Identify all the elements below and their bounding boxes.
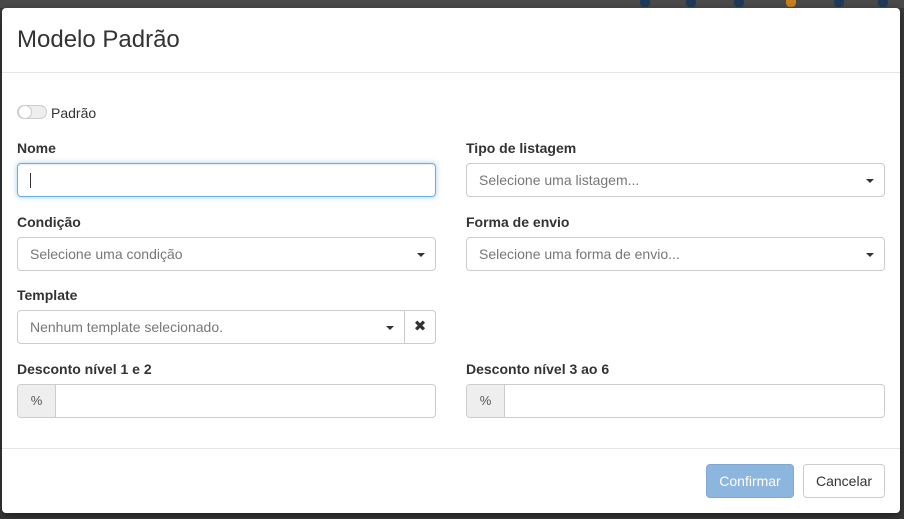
condicao-label: Condição	[17, 214, 81, 230]
chevron-down-icon	[386, 326, 394, 330]
text-cursor	[30, 173, 31, 188]
default-toggle[interactable]	[17, 105, 47, 119]
desconto-3-6-input[interactable]	[505, 385, 884, 417]
desconto-3-6-label: Desconto nível 3 ao 6	[466, 361, 610, 377]
backdrop-icon	[734, 0, 744, 7]
percent-addon: %	[18, 385, 56, 417]
desconto-3-6-group: %	[466, 384, 885, 418]
page-backdrop	[0, 0, 904, 8]
backdrop-icon	[834, 0, 844, 7]
percent-addon: %	[467, 385, 505, 417]
condicao-placeholder: Selecione uma condição	[30, 246, 183, 262]
tipo-listagem-label: Tipo de listagem	[466, 140, 577, 156]
backdrop-icon	[640, 0, 650, 7]
confirm-button[interactable]: Confirmar	[706, 464, 794, 498]
close-icon: ✖	[413, 318, 427, 335]
modal-footer: Confirmar Cancelar	[2, 448, 900, 513]
tipo-listagem-placeholder: Selecione uma listagem...	[479, 172, 640, 188]
template-label: Template	[17, 287, 78, 303]
modal-header: Modelo Padrão	[2, 8, 900, 73]
nome-input[interactable]	[17, 163, 436, 197]
desconto-1-2-input[interactable]	[56, 385, 435, 417]
chevron-down-icon	[866, 253, 874, 257]
backdrop-icon	[786, 0, 796, 7]
nome-label: Nome	[17, 140, 56, 156]
desconto-1-2-label: Desconto nível 1 e 2	[17, 361, 152, 377]
forma-envio-label: Forma de envio	[466, 214, 570, 230]
template-select[interactable]: Nenhum template selecionado.	[17, 310, 405, 344]
cancel-button[interactable]: Cancelar	[803, 464, 885, 498]
backdrop-icon	[686, 0, 696, 7]
chevron-down-icon	[866, 179, 874, 183]
default-toggle-label: Padrão	[51, 105, 97, 121]
backdrop-icon	[878, 0, 888, 7]
forma-envio-select[interactable]: Selecione uma forma de envio...	[466, 237, 885, 271]
chevron-down-icon	[417, 253, 425, 257]
modal-title: Modelo Padrão	[17, 26, 180, 53]
desconto-1-2-group: %	[17, 384, 436, 418]
condicao-select[interactable]: Selecione uma condição	[17, 237, 436, 271]
toggle-knob[interactable]	[18, 105, 32, 119]
modelo-padrao-modal: Modelo Padrão Padrão Nome Tipo de listag…	[2, 8, 900, 513]
forma-envio-placeholder: Selecione uma forma de envio...	[479, 246, 680, 262]
tipo-listagem-select[interactable]: Selecione uma listagem...	[466, 163, 885, 197]
clear-template-button[interactable]: ✖	[404, 310, 436, 344]
template-placeholder: Nenhum template selecionado.	[30, 319, 224, 335]
